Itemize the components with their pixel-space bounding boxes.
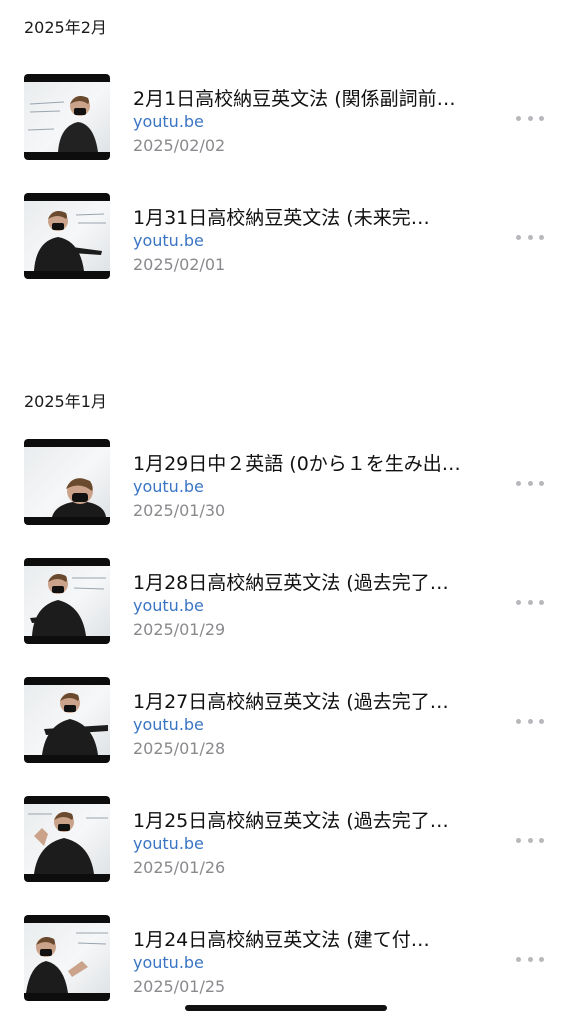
video-thumbnail[interactable] (24, 558, 110, 644)
more-horizontal-icon[interactable] (516, 231, 544, 243)
more-horizontal-icon[interactable] (516, 596, 544, 608)
list-item[interactable]: 1月25日高校納豆英文法 (過去完了… youtu.be 2025/01/26 (0, 796, 572, 886)
link-title[interactable]: 1月29日中２英語 (0から１を生み出… (133, 449, 493, 476)
video-thumbnail[interactable] (24, 677, 110, 763)
list-item[interactable]: 2月1日高校納豆英文法 (関係副詞前… youtu.be 2025/02/02 (0, 74, 572, 164)
shared-links-list: 2025年2月 2月1日高校納豆英文法 (関係副詞前… youtu.be 202… (0, 0, 572, 1024)
video-thumbnail[interactable] (24, 193, 110, 279)
link-date: 2025/02/01 (133, 255, 226, 274)
more-horizontal-icon[interactable] (516, 953, 544, 965)
video-thumbnail[interactable] (24, 439, 110, 525)
link-domain[interactable]: youtu.be (133, 596, 204, 615)
more-horizontal-icon[interactable] (516, 477, 544, 489)
more-horizontal-icon[interactable] (516, 834, 544, 846)
link-date: 2025/01/25 (133, 977, 226, 996)
link-date: 2025/01/30 (133, 501, 226, 520)
link-title[interactable]: 1月24日高校納豆英文法 (建て付… (133, 925, 493, 952)
link-domain[interactable]: youtu.be (133, 231, 204, 250)
link-domain[interactable]: youtu.be (133, 112, 204, 131)
link-title[interactable]: 1月31日高校納豆英文法 (未来完… (133, 203, 493, 230)
link-date: 2025/01/29 (133, 620, 226, 639)
list-item[interactable]: 1月31日高校納豆英文法 (未来完… youtu.be 2025/02/01 (0, 193, 572, 283)
section-header-feb: 2025年2月 (24, 18, 107, 37)
link-title[interactable]: 1月28日高校納豆英文法 (過去完了… (133, 568, 493, 595)
link-domain[interactable]: youtu.be (133, 834, 204, 853)
video-thumbnail[interactable] (24, 74, 110, 160)
list-item[interactable]: 1月27日高校納豆英文法 (過去完了… youtu.be 2025/01/28 (0, 677, 572, 767)
link-domain[interactable]: youtu.be (133, 953, 204, 972)
video-thumbnail[interactable] (24, 915, 110, 1001)
list-item[interactable]: 1月29日中２英語 (0から１を生み出… youtu.be 2025/01/30 (0, 439, 572, 529)
link-title[interactable]: 1月25日高校納豆英文法 (過去完了… (133, 806, 493, 833)
list-item[interactable]: 1月28日高校納豆英文法 (過去完了… youtu.be 2025/01/29 (0, 558, 572, 648)
list-item[interactable]: 1月24日高校納豆英文法 (建て付… youtu.be 2025/01/25 (0, 915, 572, 1005)
more-horizontal-icon[interactable] (516, 112, 544, 124)
link-domain[interactable]: youtu.be (133, 477, 204, 496)
link-domain[interactable]: youtu.be (133, 715, 204, 734)
link-date: 2025/02/02 (133, 136, 226, 155)
link-date: 2025/01/26 (133, 858, 226, 877)
link-title[interactable]: 1月27日高校納豆英文法 (過去完了… (133, 687, 493, 714)
more-horizontal-icon[interactable] (516, 715, 544, 727)
home-indicator[interactable] (185, 1005, 387, 1011)
video-thumbnail[interactable] (24, 796, 110, 882)
link-date: 2025/01/28 (133, 739, 226, 758)
section-header-jan: 2025年1月 (24, 392, 107, 411)
link-title[interactable]: 2月1日高校納豆英文法 (関係副詞前… (133, 84, 493, 111)
